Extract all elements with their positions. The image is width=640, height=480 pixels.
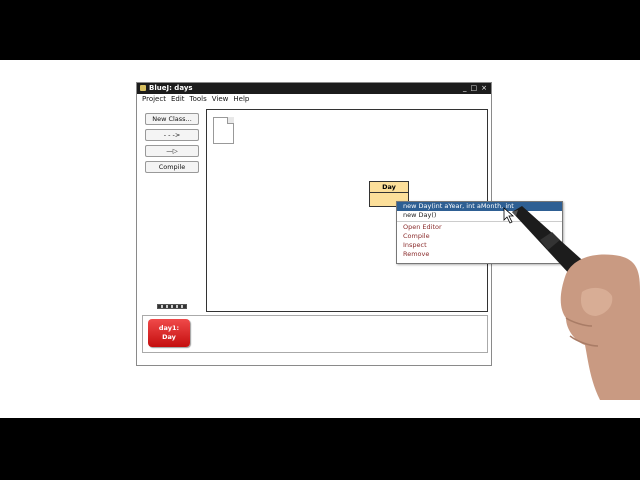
menu-item-compile[interactable]: Compile (397, 232, 562, 241)
class-context-menu: new Day(int aYear, int aMonth, int aDayO… (396, 201, 563, 264)
menu-project[interactable]: Project (142, 94, 166, 104)
menu-item-remove[interactable]: Remove (397, 250, 562, 259)
machine-progress-indicator (157, 304, 187, 309)
object-name: day1: (158, 324, 180, 332)
menu-tools[interactable]: Tools (190, 94, 207, 104)
maximize-icon[interactable]: □ (471, 83, 478, 94)
menu-item-open-editor[interactable]: Open Editor (397, 223, 562, 232)
dependency-arrow-button[interactable]: - - -> (145, 129, 199, 141)
bluej-app-icon (140, 85, 146, 91)
inheritance-arrow-button[interactable]: —▷ (145, 145, 199, 157)
title-bar: BlueJ: days _ □ × (137, 83, 491, 94)
menu-item-inspect[interactable]: Inspect (397, 241, 562, 250)
object-day1[interactable]: day1: Day (148, 319, 190, 347)
window-title: BlueJ: days (149, 84, 193, 92)
readme-document-icon[interactable] (213, 117, 234, 144)
menu-edit[interactable]: Edit (171, 94, 185, 104)
close-icon[interactable]: × (481, 83, 487, 94)
object-type: Day (162, 333, 176, 341)
menu-view[interactable]: View (212, 94, 229, 104)
menu-separator (397, 221, 562, 222)
tool-panel: New Class... - - -> —▷ Compile (145, 113, 199, 177)
object-bench: day1: Day (142, 315, 488, 353)
menu-item-constructor-full[interactable]: new Day(int aYear, int aMonth, int aDayO… (397, 202, 562, 219)
minimize-icon[interactable]: _ (463, 83, 467, 94)
bluej-window: BlueJ: days _ □ × Project Edit Tools Vie… (136, 82, 563, 366)
hand (560, 254, 640, 400)
new-class-button[interactable]: New Class... (145, 113, 199, 125)
menu-help[interactable]: Help (233, 94, 249, 104)
menu-bar: Project Edit Tools View Help (137, 94, 491, 104)
menu-item-constructor-default[interactable]: new Day() (397, 211, 562, 220)
class-name: Day (370, 182, 408, 193)
compile-button[interactable]: Compile (145, 161, 199, 173)
video-frame: BlueJ: days _ □ × Project Edit Tools Vie… (0, 60, 640, 418)
